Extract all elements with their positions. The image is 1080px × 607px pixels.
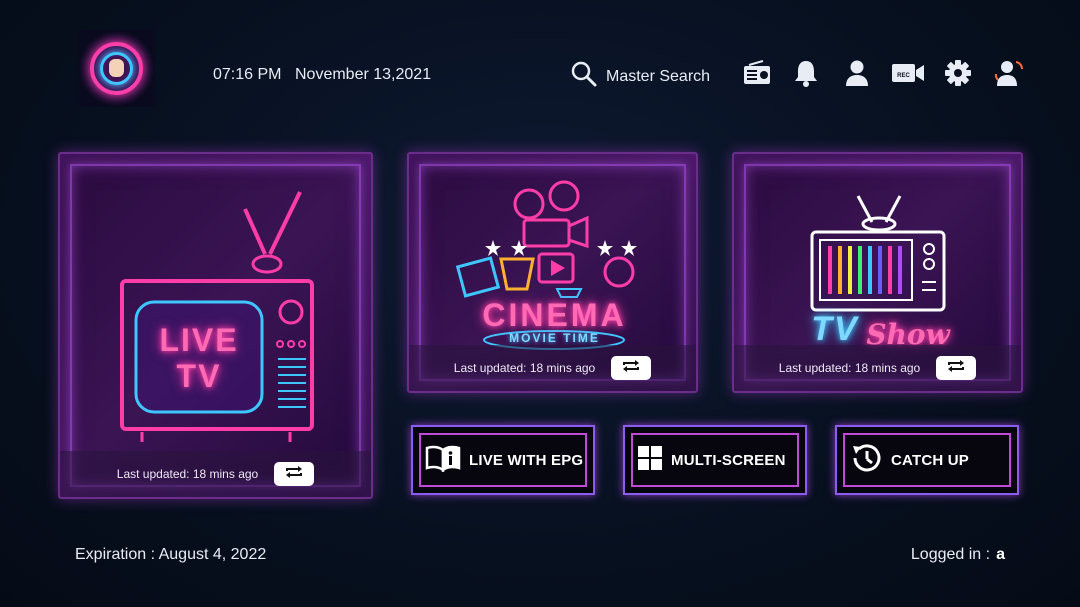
master-search-button[interactable]: Master Search [570,60,710,93]
epg-label: LIVE WITH EPG [469,451,584,469]
svg-text:REC: REC [897,73,910,79]
cinema-subtitle: MOVIE TIME [509,331,600,345]
refresh-icon [621,358,641,379]
last-updated-text: Last updated: 18 mins ago [453,361,596,375]
tvshow-card-footer: Last updated: 18 mins ago [734,345,1021,391]
refresh-icon [284,464,304,485]
switch-user-icon [994,58,1024,93]
refresh-icon [946,358,966,379]
search-label: Master Search [606,67,711,85]
radio-icon [743,59,771,91]
last-updated-text: Last updated: 18 mins ago [116,467,259,481]
cinema-card-footer: Last updated: 18 mins ago [409,345,696,391]
cinema-card[interactable]: CINEMA MOVIE TIME Last updated: 18 mins … [407,152,698,393]
live-card-footer: Last updated: 18 mins ago [60,451,371,497]
clock-time: 07:16 PM [213,66,282,83]
live-with-epg-button[interactable]: LIVE WITH EPG [411,425,595,495]
live-title-line2: TV [176,358,222,394]
multi-screen-button[interactable]: MULTI-SCREEN [623,425,807,495]
logged-in-label: Logged in : [910,546,991,563]
logo-mascot [109,59,124,77]
app-logo [78,30,155,107]
grid-icon [637,445,663,476]
rec-camera-icon: REC [891,61,925,90]
cinema-title: CINEMA [482,297,627,333]
logged-in-username: a [996,546,1005,563]
tv-show-card[interactable]: TV Show Last updated: 18 mins ago [732,152,1023,393]
last-updated-text: Last updated: 18 mins ago [778,361,921,375]
live-tv-card[interactable]: LIVE TV Last updated: 18 mins ago [58,152,373,499]
live-title-line1: LIVE [159,322,239,358]
current-date: November 13,2021 [295,66,432,83]
catch-up-button[interactable]: CATCH UP [835,425,1019,495]
refresh-live-button[interactable] [274,462,315,486]
catch-up-label: CATCH UP [891,451,969,469]
search-icon [570,60,598,93]
notifications-button[interactable] [789,58,823,92]
gear-icon [944,59,972,92]
expiration-text: Expiration : August 4, 2022 [75,546,267,563]
multi-screen-label: MULTI-SCREEN [671,451,786,469]
bell-icon [793,59,819,92]
logged-in-status: Logged in : a [911,546,1005,564]
profile-button[interactable] [840,58,874,92]
switch-user-button[interactable] [992,58,1026,92]
tv-neon-illustration [120,191,314,442]
book-info-icon [425,444,461,477]
radio-button[interactable] [740,58,774,92]
recordings-button[interactable]: REC [890,58,926,92]
history-clock-icon [849,441,883,480]
refresh-cinema-button[interactable] [611,356,652,380]
settings-button[interactable] [941,58,975,92]
refresh-tvshow-button[interactable] [936,356,977,380]
user-icon [844,59,870,92]
